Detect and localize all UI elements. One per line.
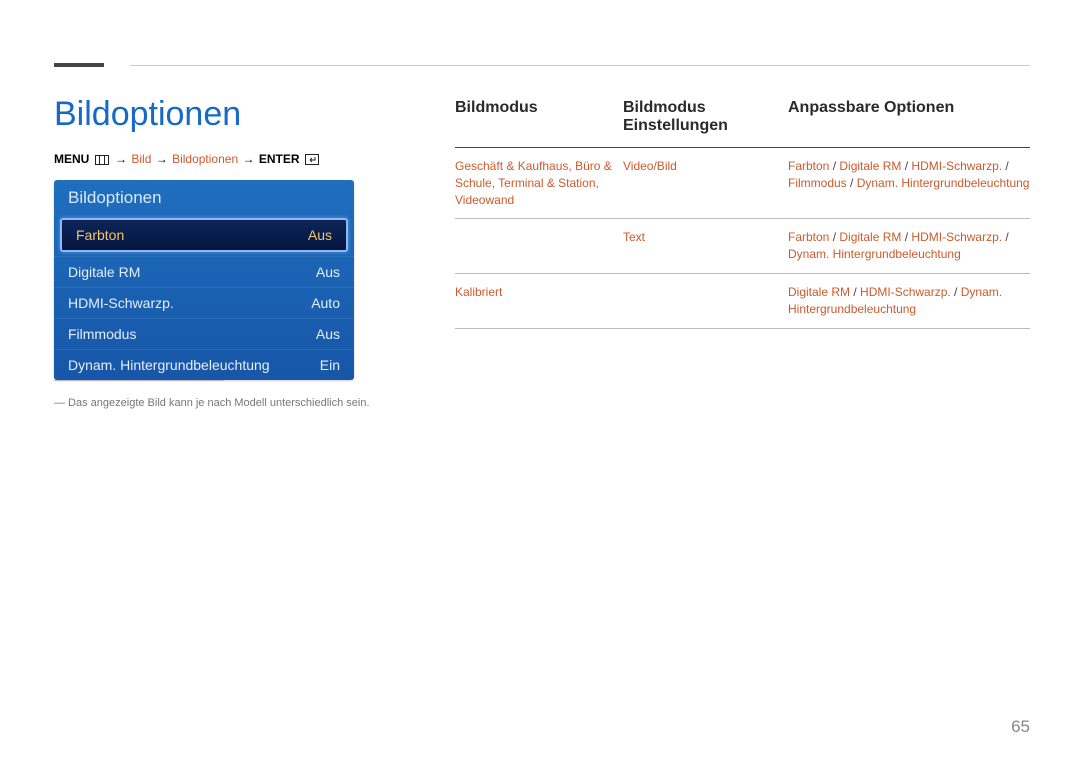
panel-row-value: Aus xyxy=(308,227,332,243)
arrow-icon: → xyxy=(241,152,255,166)
table-row: TextFarbton / Digitale RM / HDMI-Schwarz… xyxy=(455,219,1030,274)
page-number: 65 xyxy=(1011,717,1030,737)
breadcrumb-path2: Bildoptionen xyxy=(172,152,238,166)
panel-row-value: Ein xyxy=(320,357,340,373)
cell-bildmodus: Kalibriert xyxy=(455,284,623,318)
panel-row-value: Aus xyxy=(316,264,340,280)
th-bildmodus-einstellungen: Bildmodus Einstellungen xyxy=(623,99,788,135)
panel-title: Bildoptionen xyxy=(54,180,354,216)
cell-einstellungen: Text xyxy=(623,229,788,263)
options-table: Bildmodus Bildmodus Einstellungen Anpass… xyxy=(455,99,1030,329)
table-row: Kalibriert Digitale RM / HDMI-Schwarzp. /… xyxy=(455,274,1030,329)
footnote: ― Das angezeigte Bild kann je nach Model… xyxy=(54,397,1030,409)
table-header-row: Bildmodus Bildmodus Einstellungen Anpass… xyxy=(455,99,1030,148)
table-row: Geschäft & Kaufhaus, Büro & Schule, Term… xyxy=(455,148,1030,219)
breadcrumb-path1: Bild xyxy=(131,152,151,166)
section-accent xyxy=(54,63,104,67)
osd-panel: Bildoptionen Farbton Aus Digitale RM Aus HDM… xyxy=(54,180,354,380)
cell-einstellungen: Video/Bild xyxy=(623,158,788,208)
arrow-icon: → xyxy=(155,152,169,166)
panel-row-label: Dynam. Hintergrundbeleuchtung xyxy=(68,357,270,373)
panel-row[interactable]: Filmmodus Aus xyxy=(54,318,354,349)
panel-row-label: Digitale RM xyxy=(68,264,140,280)
panel-row-value: Auto xyxy=(311,295,340,311)
panel-row-label: Filmmodus xyxy=(68,326,136,342)
panel-row[interactable]: Dynam. Hintergrundbeleuchtung Ein xyxy=(54,349,354,380)
cell-optionen: Digitale RM / HDMI-Schwarzp. / Dynam. Hi… xyxy=(788,284,1030,318)
breadcrumb-menu: MENU xyxy=(54,152,89,166)
cell-optionen: Farbton / Digitale RM / HDMI-Schwarzp. /… xyxy=(788,158,1030,208)
panel-row[interactable]: Digitale RM Aus xyxy=(54,256,354,287)
cell-bildmodus xyxy=(455,229,623,263)
cell-einstellungen xyxy=(623,284,788,318)
panel-row-label: HDMI-Schwarzp. xyxy=(68,295,174,311)
breadcrumb-enter: ENTER xyxy=(259,152,300,166)
panel-row-value: Aus xyxy=(316,326,340,342)
footnote-divider xyxy=(54,380,224,381)
th-anpassbare-optionen: Anpassbare Optionen xyxy=(788,99,1030,135)
cell-bildmodus: Geschäft & Kaufhaus, Büro & Schule, Term… xyxy=(455,158,623,208)
menu-icon xyxy=(95,155,109,165)
arrow-icon: → xyxy=(114,152,128,166)
panel-row[interactable]: Farbton Aus xyxy=(60,218,348,252)
cell-optionen: Farbton / Digitale RM / HDMI-Schwarzp. /… xyxy=(788,229,1030,263)
th-bildmodus: Bildmodus xyxy=(455,99,623,135)
top-divider xyxy=(130,65,1030,66)
panel-row-label: Farbton xyxy=(76,227,124,243)
panel-row[interactable]: HDMI-Schwarzp. Auto xyxy=(54,287,354,318)
enter-icon xyxy=(305,154,319,165)
